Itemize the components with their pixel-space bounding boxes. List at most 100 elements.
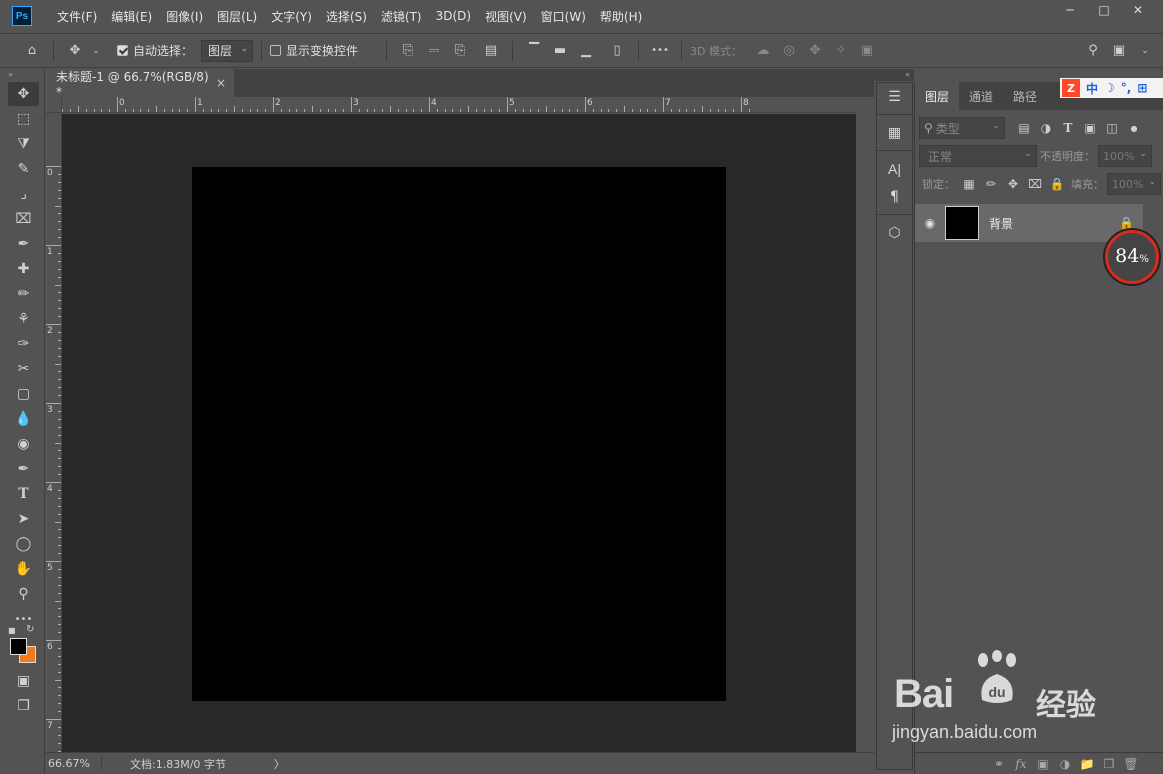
chevron-down-icon[interactable]: ⌄ <box>1135 41 1155 61</box>
filter-adjustment-icon[interactable]: ◑ <box>1035 118 1057 138</box>
status-menu-arrow[interactable]: 〉 <box>274 756 285 772</box>
distribute-h-icon[interactable]: ▤ <box>481 41 501 61</box>
menu-type[interactable]: 文字(Y) <box>264 8 319 25</box>
swap-colors-icon[interactable]: ↻ <box>26 624 34 635</box>
filter-type-icon[interactable]: T <box>1057 118 1079 138</box>
healing-brush-tool-icon[interactable]: ✚ <box>8 257 39 281</box>
3d-camera-icon[interactable]: ▣ <box>857 41 877 61</box>
blur-tool-icon[interactable]: 💧 <box>8 407 39 431</box>
maximize-icon[interactable]: □ <box>1089 0 1119 20</box>
3d-pan-icon[interactable]: ✥ <box>805 41 825 61</box>
add-mask-icon[interactable]: ▣ <box>1032 754 1054 774</box>
opacity-field[interactable]: 100% ⌄ <box>1098 145 1152 167</box>
default-colors-icon[interactable]: ■ <box>8 626 16 635</box>
more-options-icon[interactable]: ••• <box>650 41 670 61</box>
brush-tool-icon[interactable]: ✏ <box>8 282 39 306</box>
lock-all-icon[interactable]: 🔒 <box>1046 174 1068 194</box>
tab-channels[interactable]: 通道 <box>959 82 1003 110</box>
path-select-tool-icon[interactable]: ➤ <box>8 507 39 531</box>
align-right-icon[interactable]: ⎘ <box>450 41 470 61</box>
layer-lock-icon[interactable]: 🔒 <box>1119 216 1143 230</box>
canvas-area[interactable] <box>62 114 856 752</box>
3d-slide-icon[interactable]: ✧ <box>831 41 851 61</box>
document-tab[interactable]: 未标题-1 @ 66.7%(RGB/8) * × <box>46 69 234 99</box>
align-top-icon[interactable]: ▔ <box>524 41 544 61</box>
quick-select-tool-icon[interactable]: ✎ <box>8 157 39 181</box>
menu-3d[interactable]: 3D(D) <box>429 9 478 23</box>
foreground-color-swatch[interactable] <box>10 638 27 655</box>
frame-tool-icon[interactable]: ⌧ <box>8 207 39 231</box>
paragraph-panel-icon[interactable]: ¶ <box>877 183 912 211</box>
photoshop-logo-icon[interactable]: Ps <box>12 6 32 26</box>
ime-halfwidth-icon[interactable]: ☽ <box>1104 81 1115 95</box>
link-layers-icon[interactable]: ⚭ <box>988 754 1010 774</box>
menu-filter[interactable]: 滤镜(T) <box>374 8 429 25</box>
ruler-horizontal[interactable]: 1012345678 <box>62 97 856 113</box>
ime-logo-icon[interactable]: Z <box>1062 79 1080 97</box>
lock-pixels-icon[interactable]: ✏ <box>980 174 1002 194</box>
ime-language-toggle[interactable]: 中 <box>1086 80 1098 97</box>
tab-paths[interactable]: 路径 <box>1003 82 1047 110</box>
new-layer-icon[interactable]: ❐ <box>1098 754 1120 774</box>
crop-tool-icon[interactable]: ⌟ <box>8 182 39 206</box>
ellipse-tool-icon[interactable]: ◯ <box>8 532 39 556</box>
close-icon[interactable]: ✕ <box>1123 0 1153 20</box>
filter-shape-icon[interactable]: ▣ <box>1079 118 1101 138</box>
type-tool-icon[interactable]: T <box>8 482 39 506</box>
show-transform-checkbox[interactable] <box>270 45 282 56</box>
lock-position-icon[interactable]: ✥ <box>1002 174 1024 194</box>
auto-select-checkbox[interactable] <box>117 45 128 56</box>
move-tool-icon[interactable]: ✥ <box>65 41 85 61</box>
history-brush-tool-icon[interactable]: ✑ <box>8 332 39 356</box>
align-middle-v-icon[interactable]: ▬ <box>550 41 570 61</box>
delete-layer-icon[interactable]: 🗑 <box>1120 754 1142 774</box>
layer-row[interactable]: ◉ 背景 🔒 <box>915 204 1143 242</box>
adjustment-layer-icon[interactable]: ◑ <box>1054 754 1076 774</box>
menu-image[interactable]: 图像(I) <box>159 8 210 25</box>
chevron-down-icon[interactable]: ⌄ <box>86 41 106 61</box>
menu-file[interactable]: 文件(F) <box>50 8 104 25</box>
move-tool-icon[interactable]: ✥ <box>8 82 39 106</box>
align-bottom-icon[interactable]: ▁ <box>576 41 596 61</box>
hand-tool-icon[interactable]: ✋ <box>8 557 39 581</box>
align-center-h-icon[interactable]: ⎓ <box>424 41 444 61</box>
quick-mask-icon[interactable]: ▣ <box>8 669 39 693</box>
3d-roll-icon[interactable]: ◎ <box>779 41 799 61</box>
3d-orbit-icon[interactable]: ☁ <box>753 41 773 61</box>
workspace-icon[interactable]: ▣ <box>1109 41 1129 61</box>
menu-layer[interactable]: 图层(L) <box>210 8 264 25</box>
performance-badge[interactable]: 84 % <box>1105 230 1159 284</box>
layer-name[interactable]: 背景 <box>989 215 1119 232</box>
pen-tool-icon[interactable]: ✒ <box>8 457 39 481</box>
close-tab-icon[interactable]: × <box>216 76 226 90</box>
menu-window[interactable]: 窗口(W) <box>534 8 593 25</box>
new-group-icon[interactable]: 📁 <box>1076 754 1098 774</box>
lock-transparent-icon[interactable]: ▦ <box>958 174 980 194</box>
document-canvas[interactable] <box>192 167 726 701</box>
ime-keyboard-icon[interactable]: ⊞ <box>1137 81 1147 95</box>
minimize-icon[interactable]: ─ <box>1055 0 1085 20</box>
menu-edit[interactable]: 编辑(E) <box>104 8 159 25</box>
layer-filter-dropdown[interactable]: ⚲ 类型 ⌄ <box>919 117 1005 139</box>
dodge-tool-icon[interactable]: ◉ <box>8 432 39 456</box>
ime-punctuation-icon[interactable]: °, <box>1121 81 1132 95</box>
3d-panel-icon[interactable]: ⬡ <box>877 219 912 247</box>
clone-stamp-tool-icon[interactable]: ⚘ <box>8 307 39 331</box>
collapse-panels-icon[interactable]: « <box>874 69 914 81</box>
canvas-scrollbar[interactable] <box>856 97 874 752</box>
distribute-v-icon[interactable]: ▯ <box>607 41 627 61</box>
collapse-toolbar-icon[interactable]: » <box>0 69 44 81</box>
filter-smart-object-icon[interactable]: ◫ <box>1101 118 1123 138</box>
tab-layers[interactable]: 图层 <box>915 82 960 110</box>
screen-mode-icon[interactable]: ❐ <box>8 694 39 718</box>
filter-pixel-icon[interactable]: ▤ <box>1013 118 1035 138</box>
blend-mode-dropdown[interactable]: 正常 ⌄ <box>919 145 1037 167</box>
auto-select-dropdown[interactable]: 图层 ⌄ <box>201 39 254 62</box>
menu-select[interactable]: 选择(S) <box>319 8 374 25</box>
visibility-eye-icon[interactable]: ◉ <box>915 216 945 230</box>
menu-help[interactable]: 帮助(H) <box>593 8 649 25</box>
filter-toggle-icon[interactable]: ● <box>1123 118 1145 138</box>
home-icon[interactable]: ⌂ <box>22 41 42 61</box>
menu-view[interactable]: 视图(V) <box>478 8 534 25</box>
ruler-vertical[interactable]: 0 1 2 3 4 5 6 7 <box>46 113 62 753</box>
